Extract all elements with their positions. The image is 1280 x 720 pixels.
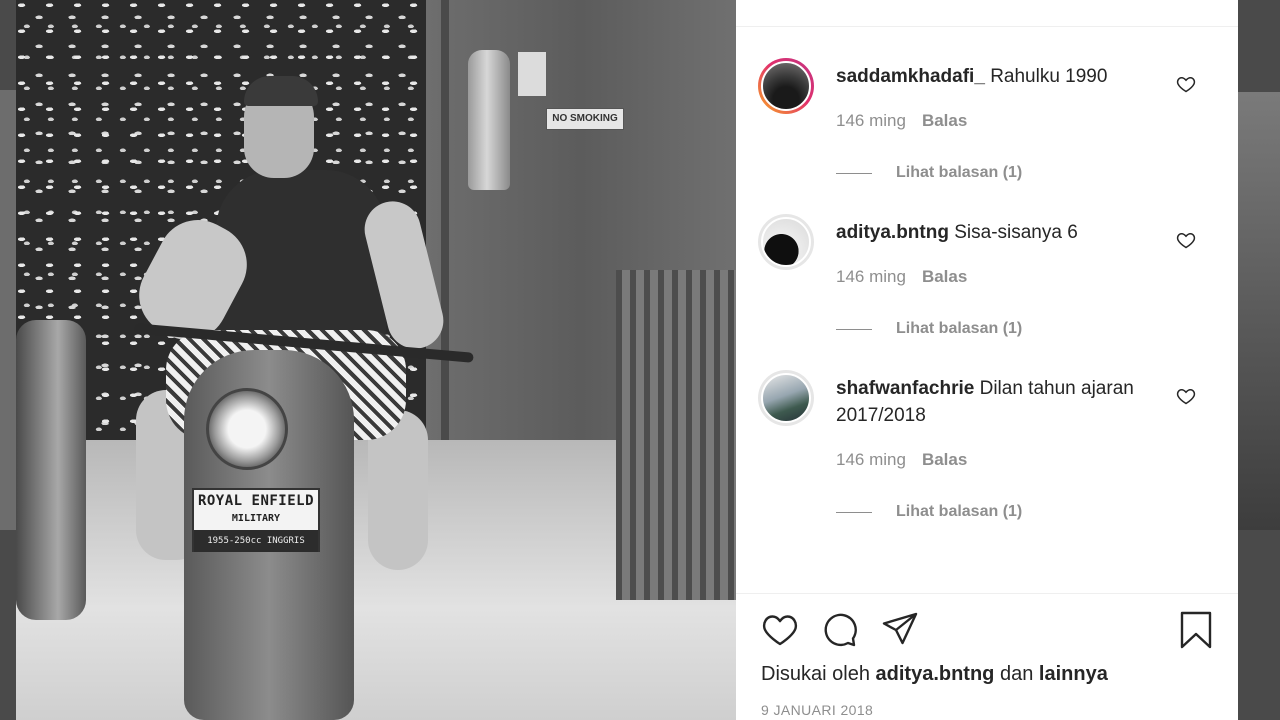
likes-middle: dan	[999, 663, 1034, 685]
comment-text: saddamkhadafi_ Rahulku 1990	[836, 63, 1156, 90]
view-replies-label: Lihat balasan (1)	[896, 164, 1023, 181]
comment-icon[interactable]	[820, 610, 860, 650]
avatar[interactable]	[758, 214, 814, 270]
fire-extinguisher	[468, 50, 510, 190]
comment-time[interactable]: 146 ming	[836, 111, 906, 130]
left-motorbike	[16, 320, 86, 620]
license-plate: ROYAL ENFIELD MILITARY 1955-250cc INGGRI…	[192, 488, 320, 552]
heart-icon[interactable]	[1176, 386, 1196, 406]
view-replies-button[interactable]: Lihat balasan (1)	[836, 164, 1022, 182]
heart-icon[interactable]	[1176, 74, 1196, 94]
post-details-panel: saddamkhadafi_ Rahulku 1990 146 ming Bala…	[736, 0, 1238, 720]
comment-body: Rahulku 1990	[990, 66, 1108, 87]
avatar-image	[761, 217, 811, 267]
comment-meta: 146 ming Balas	[836, 111, 967, 131]
replies-dash	[836, 511, 872, 513]
comment-meta: 146 ming Balas	[836, 267, 967, 287]
reply-button[interactable]: Balas	[922, 450, 967, 469]
no-smoking-sign: NO SMOKING	[546, 108, 624, 130]
comment-time[interactable]: 146 ming	[836, 267, 906, 286]
comment-body: Sisa-sisanya 6	[954, 222, 1078, 243]
reply-button[interactable]: Balas	[922, 267, 967, 286]
bookmark-icon[interactable]	[1176, 610, 1216, 650]
door-edge	[441, 0, 449, 500]
plate-line-1: ROYAL ENFIELD	[197, 493, 315, 509]
wall-sign	[518, 52, 546, 96]
replies-dash	[836, 328, 872, 330]
actions-divider	[736, 593, 1238, 594]
view-replies-button[interactable]: Lihat balasan (1)	[836, 503, 1022, 521]
share-icon[interactable]	[880, 610, 920, 650]
avatar[interactable]	[758, 370, 814, 426]
plate-line-2: MILITARY	[231, 513, 281, 524]
likes-prefix: Disukai oleh	[761, 663, 870, 685]
view-replies-button[interactable]: Lihat balasan (1)	[836, 320, 1022, 338]
action-bar	[760, 610, 1216, 652]
comment-meta: 146 ming Balas	[836, 450, 967, 470]
comment-text: shafwanfachrie Dilan tahun ajaran 2017/2…	[836, 375, 1156, 429]
heart-icon[interactable]	[760, 610, 800, 650]
post-photo[interactable]: NO SMOKING ROYAL ENFIELD MILITARY 1955-2…	[16, 0, 736, 720]
post-date[interactable]: 9 JANUARI 2018	[761, 702, 873, 718]
avatar[interactable]	[758, 58, 814, 114]
view-replies-label: Lihat balasan (1)	[896, 503, 1023, 520]
comment-username[interactable]: aditya.bntng	[836, 222, 949, 243]
person-cap	[244, 76, 318, 106]
avatar-image	[761, 373, 811, 423]
avatar-image	[761, 61, 811, 111]
railing	[616, 270, 736, 600]
comment-time[interactable]: 146 ming	[836, 450, 906, 469]
likes-others-link[interactable]: lainnya	[1039, 663, 1108, 685]
header-divider	[736, 26, 1238, 27]
comment-username[interactable]: saddamkhadafi_	[836, 66, 985, 87]
background-page-edge	[1238, 0, 1280, 92]
plate-line-3: 1955-250cc INGGRIS	[194, 530, 318, 552]
liked-by-user-link[interactable]: aditya.bntng	[876, 663, 995, 685]
reply-button[interactable]: Balas	[922, 111, 967, 130]
replies-dash	[836, 172, 872, 174]
comment-username[interactable]: shafwanfachrie	[836, 378, 974, 399]
next-post-preview[interactable]	[1238, 92, 1280, 530]
motorbike-headlight	[206, 388, 288, 470]
background-page-edge	[0, 90, 16, 530]
heart-icon[interactable]	[1176, 230, 1196, 250]
comment-text: aditya.bntng Sisa-sisanya 6	[836, 219, 1156, 246]
likes-summary: Disukai oleh aditya.bntng dan lainnya	[761, 663, 1108, 686]
view-replies-label: Lihat balasan (1)	[896, 320, 1023, 337]
